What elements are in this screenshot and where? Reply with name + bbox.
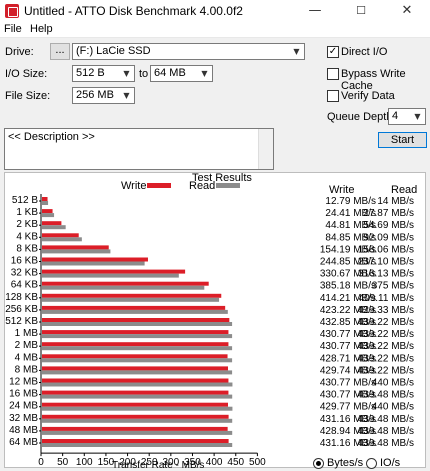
description-field[interactable]: << Description >> <box>4 128 274 170</box>
minimize-button[interactable]: — <box>292 0 338 22</box>
queue-depth-label: Queue Depth: <box>327 111 396 123</box>
io-per-sec-radio[interactable] <box>366 458 377 469</box>
io-size-to-select[interactable]: 64 MB ▼ <box>150 65 213 82</box>
io-size-from-select[interactable]: 512 B ▼ <box>72 65 135 82</box>
maximize-button[interactable]: ☐ <box>338 0 384 22</box>
to-label: to <box>139 68 149 80</box>
chevron-down-icon: ▼ <box>293 47 300 56</box>
io-size-to-value: 64 MB <box>154 67 186 79</box>
queue-depth-value: 4 <box>392 110 399 122</box>
write-legend-label: Write <box>121 180 147 192</box>
window-title: Untitled - ATTO Disk Benchmark 4.00.0f2 <box>24 4 243 18</box>
results-panel <box>4 172 426 468</box>
app-icon <box>5 4 19 18</box>
chevron-down-icon: ▼ <box>201 69 208 78</box>
bypass-cache-label: Bypass Write Cache <box>341 68 406 92</box>
io-size-from-value: 512 B <box>76 67 105 79</box>
write-legend-swatch <box>147 183 171 188</box>
start-button[interactable]: Start <box>378 132 427 148</box>
queue-depth-select[interactable]: 4 ▼ <box>388 108 426 125</box>
chevron-down-icon: ▼ <box>123 91 130 100</box>
x-axis-label: Transfer Rate - MB/s <box>112 460 205 471</box>
file-size-value: 256 MB <box>76 89 114 101</box>
read-legend-swatch <box>216 183 240 188</box>
menu-bar: File Help <box>0 22 430 38</box>
close-button[interactable]: ✕ <box>384 0 430 22</box>
file-size-select[interactable]: 256 MB ▼ <box>72 87 135 104</box>
direct-io-label: Direct I/O <box>341 46 388 58</box>
io-per-sec-label: IO/s <box>380 457 401 469</box>
menu-file[interactable]: File <box>4 23 22 35</box>
verify-data-label: Verify Data <box>341 90 395 102</box>
chevron-down-icon: ▼ <box>123 69 130 78</box>
bytes-per-sec-label: Bytes/s <box>327 457 364 469</box>
browse-button[interactable]: ... <box>50 43 70 60</box>
write-column-header: Write <box>329 184 355 196</box>
bypass-cache-checkbox[interactable] <box>327 68 339 80</box>
title-bar: Untitled - ATTO Disk Benchmark 4.00.0f2 … <box>0 0 430 22</box>
menu-help[interactable]: Help <box>30 23 53 35</box>
drive-select[interactable]: (F:) LaCie SSD ▼ <box>72 43 305 60</box>
direct-io-checkbox[interactable]: ✓ <box>327 46 339 58</box>
read-legend-label: Read <box>189 180 216 192</box>
drive-value: (F:) LaCie SSD <box>76 45 151 57</box>
description-scrollbar[interactable] <box>258 129 273 169</box>
io-size-label: I/O Size: <box>5 68 48 80</box>
drive-label: Drive: <box>5 46 34 58</box>
bytes-per-sec-radio[interactable] <box>313 458 324 469</box>
chevron-down-icon: ▼ <box>414 112 421 121</box>
verify-data-checkbox[interactable] <box>327 90 339 102</box>
file-size-label: File Size: <box>5 90 51 102</box>
read-column-header: Read <box>391 184 418 196</box>
